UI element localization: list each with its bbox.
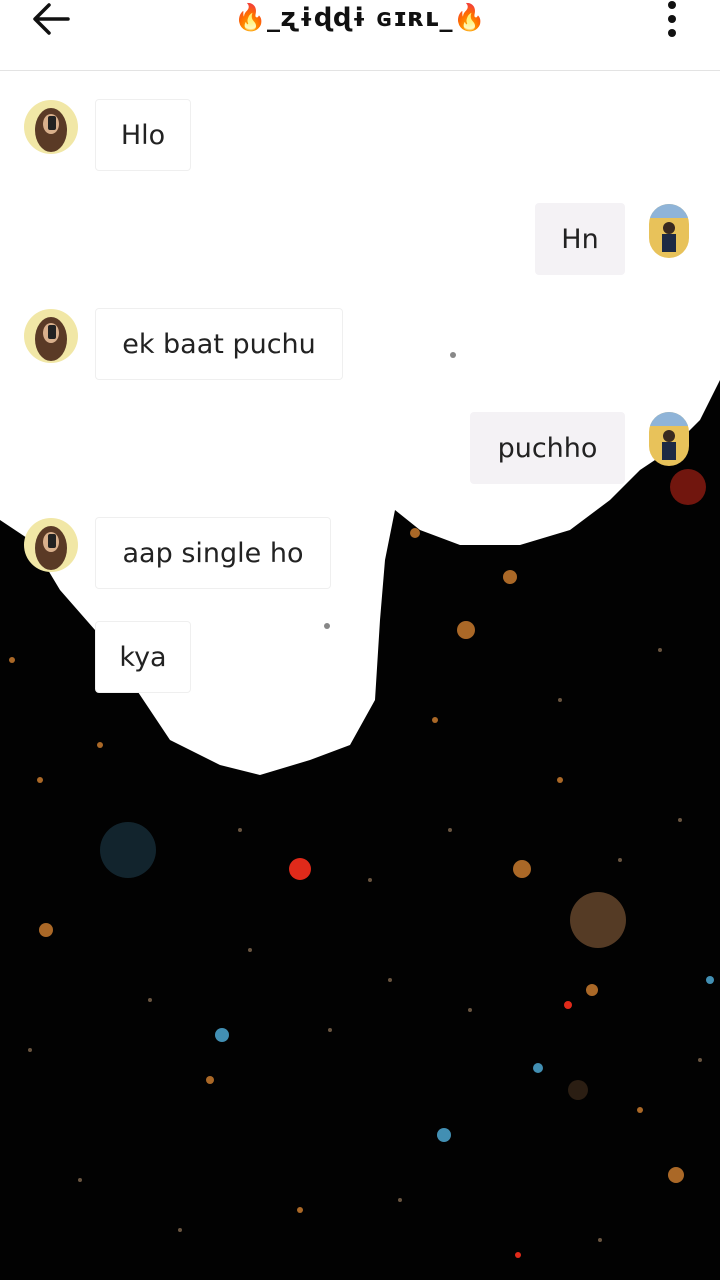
message-text: ek baat puchu xyxy=(122,328,316,360)
chat-header: 🔥_ʐɨɖɖɨ ɢɪʀʟ_🔥 xyxy=(0,0,720,71)
message-text: Hn xyxy=(561,223,599,255)
message-bubble[interactable]: Hlo xyxy=(95,99,191,171)
message-bubble[interactable]: ek baat puchu xyxy=(95,308,343,380)
message-bubble[interactable]: puchho xyxy=(470,412,625,484)
avatar[interactable] xyxy=(24,100,78,154)
message-text: aap single ho xyxy=(122,537,304,569)
avatar[interactable] xyxy=(24,518,78,572)
chat-title: 🔥_ʐɨɖɖɨ ɢɪʀʟ_🔥 xyxy=(234,3,486,33)
message-bubble[interactable]: aap single ho xyxy=(95,517,331,589)
message-bubble[interactable]: kya xyxy=(95,621,191,693)
message-bubble[interactable]: Hn xyxy=(535,203,625,275)
more-vertical-icon xyxy=(668,1,676,37)
message-text: kya xyxy=(119,641,167,673)
more-options-button[interactable] xyxy=(662,0,682,40)
avatar[interactable] xyxy=(649,204,689,258)
message-text: Hlo xyxy=(120,119,166,151)
avatar[interactable] xyxy=(24,309,78,363)
avatar[interactable] xyxy=(649,412,689,466)
message-text: puchho xyxy=(497,432,598,464)
